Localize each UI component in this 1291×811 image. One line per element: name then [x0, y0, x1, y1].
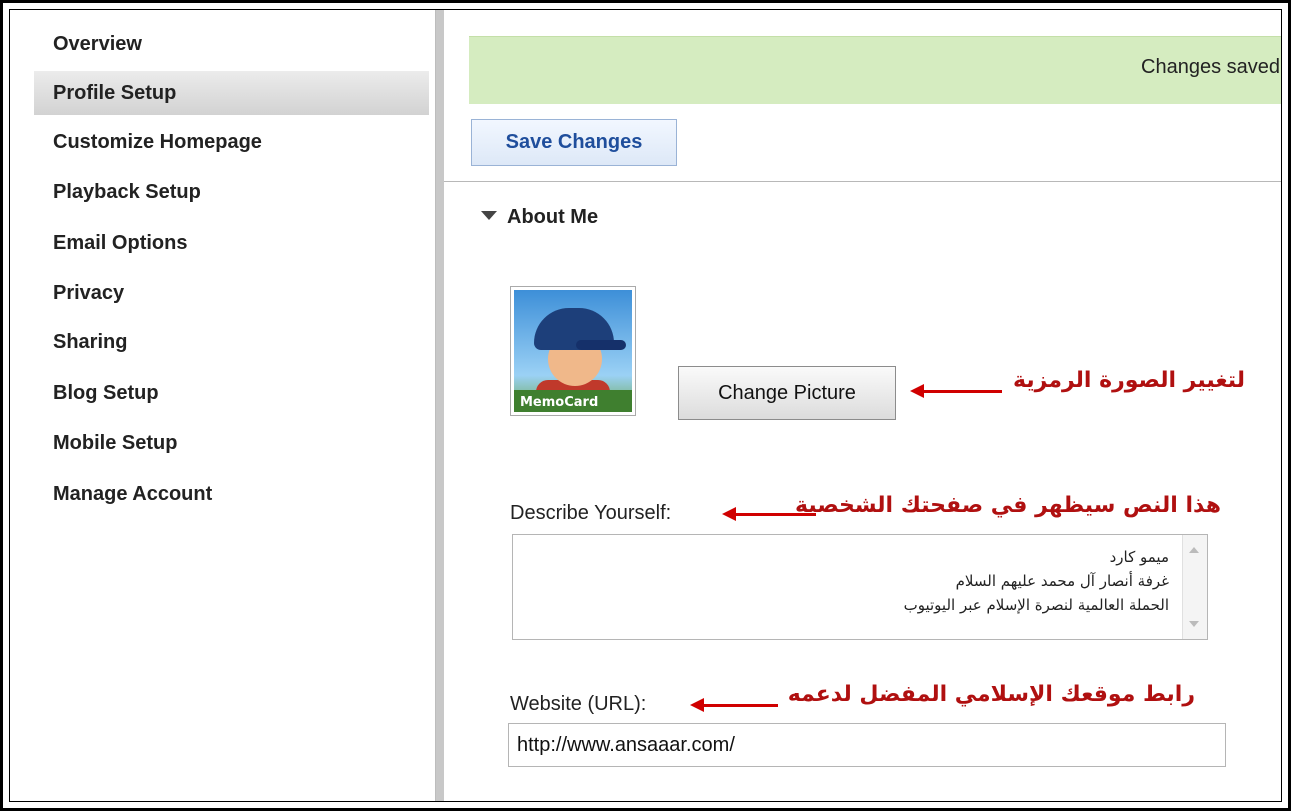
panel-divider[interactable] [435, 10, 444, 801]
website-url-label: Website (URL): [510, 693, 647, 715]
settings-sidebar: Overview Profile Setup Customize Homepag… [10, 10, 435, 801]
avatar-logo-text: MemoCard [520, 395, 599, 410]
section-title: About Me [507, 206, 599, 228]
avatar-image: MemoCard [514, 290, 632, 412]
annotation-arrow [910, 384, 1002, 398]
sidebar-item-playback-setup[interactable]: Playback Setup [34, 170, 429, 214]
sidebar-item-customize-homepage[interactable]: Customize Homepage [34, 120, 429, 164]
section-divider [444, 181, 1281, 182]
describe-yourself-textarea[interactable]: ميمو كارد غرفة أنصار آل محمد عليهم السلا… [512, 534, 1208, 640]
screenshot-frame: Overview Profile Setup Customize Homepag… [0, 0, 1291, 811]
sidebar-item-email-options[interactable]: Email Options [34, 221, 429, 265]
describe-annotation: هذا النص سيظهر في صفحتك الشخصية [795, 493, 1221, 518]
change-picture-button[interactable]: Change Picture [678, 366, 896, 420]
notice-text: Changes saved [1141, 56, 1280, 78]
annotation-arrow [690, 698, 778, 712]
website-annotation: رابط موقعك الإسلامي المفضل لدعمه [787, 682, 1195, 707]
main-panel: Changes saved Save Changes About Me Memo… [444, 10, 1281, 801]
page-container: Overview Profile Setup Customize Homepag… [9, 9, 1282, 802]
sidebar-item-sharing[interactable]: Sharing [34, 320, 429, 364]
scroll-up-icon[interactable] [1189, 547, 1199, 553]
sidebar-item-overview[interactable]: Overview [34, 22, 429, 66]
success-notice: Changes saved [469, 36, 1281, 104]
avatar: MemoCard [510, 286, 636, 416]
describe-line: غرفة أنصار آل محمد عليهم السلام [955, 572, 1169, 590]
describe-line: ميمو كارد [1109, 548, 1169, 566]
sidebar-item-manage-account[interactable]: Manage Account [34, 472, 429, 516]
sidebar-item-privacy[interactable]: Privacy [34, 271, 429, 315]
change-picture-annotation: لتغيير الصورة الرمزية [1013, 368, 1245, 393]
about-me-section-header[interactable]: About Me [481, 206, 598, 229]
describe-yourself-label: Describe Yourself: [510, 502, 672, 524]
scroll-down-icon[interactable] [1189, 621, 1199, 627]
sidebar-item-profile-setup[interactable]: Profile Setup [34, 71, 429, 115]
save-changes-button[interactable]: Save Changes [471, 119, 677, 166]
describe-text: ميمو كارد غرفة أنصار آل محمد عليهم السلا… [904, 545, 1169, 617]
describe-line: الحملة العالمية لنصرة الإسلام عبر اليوتي… [903, 596, 1169, 614]
collapse-triangle-icon[interactable] [481, 211, 497, 221]
website-url-input[interactable]: http://www.ansaaar.com/ [508, 723, 1226, 767]
textarea-scrollbar[interactable] [1182, 535, 1207, 639]
sidebar-item-mobile-setup[interactable]: Mobile Setup [34, 421, 429, 465]
sidebar-item-blog-setup[interactable]: Blog Setup [34, 371, 429, 415]
